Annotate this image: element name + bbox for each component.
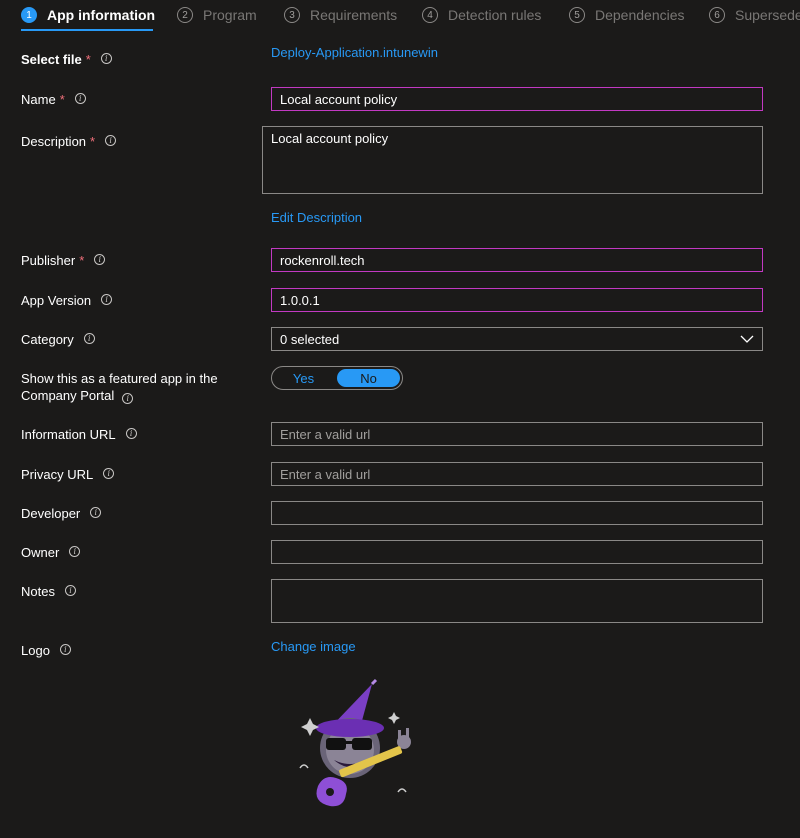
information-url-input[interactable] (271, 422, 763, 446)
label-text: Owner (21, 545, 60, 560)
owner-label: Owner i (21, 544, 81, 561)
category-dropdown[interactable]: 0 selected (271, 327, 763, 351)
app-logo-image (299, 678, 411, 807)
info-icon[interactable]: i (105, 135, 117, 146)
publisher-label: Publisher * i (21, 252, 106, 269)
info-icon[interactable]: i (101, 294, 113, 305)
label-text: Select file (21, 52, 82, 67)
info-icon[interactable]: i (90, 507, 102, 518)
name-input[interactable] (271, 87, 763, 111)
info-icon[interactable]: i (83, 333, 95, 344)
step-number: 1 (21, 7, 37, 23)
tab-label: Program (203, 7, 257, 23)
tab-label: Supersedence (735, 7, 800, 23)
label-text: Privacy URL (21, 467, 94, 482)
tab-program[interactable]: 2 Program (177, 4, 257, 26)
step-number: 4 (422, 7, 438, 23)
info-icon[interactable]: i (125, 428, 137, 439)
change-image-link[interactable]: Change image (271, 639, 356, 654)
toggle-no-option[interactable]: No (337, 369, 400, 387)
label-text: Description (21, 134, 87, 149)
info-icon[interactable]: i (74, 93, 86, 104)
label-text: Information URL (21, 427, 116, 442)
info-icon[interactable]: i (59, 644, 71, 655)
tab-supersedence[interactable]: 6 Supersedence (709, 4, 800, 26)
info-icon[interactable]: i (94, 254, 106, 265)
selected-file-link[interactable]: Deploy-Application.intunewin (271, 45, 438, 60)
tab-label: App information (47, 7, 156, 23)
chevron-down-icon (740, 335, 754, 343)
tab-dependencies[interactable]: 5 Dependencies (569, 4, 685, 26)
description-label: Description * i (21, 133, 117, 150)
tab-label: Requirements (310, 7, 398, 23)
tab-detection-rules[interactable]: 4 Detection rules (422, 4, 541, 26)
description-textarea[interactable]: Local account policy (262, 126, 763, 194)
label-text: Notes (21, 584, 55, 599)
label-text: Logo (21, 643, 50, 658)
information-url-label: Information URL i (21, 426, 137, 443)
info-icon[interactable]: i (100, 53, 112, 64)
tab-label: Detection rules (448, 7, 542, 23)
owner-input[interactable] (271, 540, 763, 564)
toggle-yes-option[interactable]: Yes (272, 367, 335, 389)
edit-description-link[interactable]: Edit Description (271, 210, 362, 225)
wizard-tabs: 1 App information 2 Program 3 Requiremen… (0, 0, 800, 34)
required-asterisk: * (85, 52, 91, 67)
featured-app-label: Show this as a featured app in the Compa… (21, 370, 231, 404)
publisher-input[interactable] (271, 248, 763, 272)
app-version-input[interactable] (271, 288, 763, 312)
tab-requirements[interactable]: 3 Requirements (284, 4, 397, 26)
required-asterisk: * (79, 253, 85, 268)
category-selected-value: 0 selected (280, 331, 340, 347)
featured-app-toggle[interactable]: Yes No (271, 366, 403, 390)
developer-label: Developer i (21, 505, 102, 522)
privacy-url-label: Privacy URL i (21, 466, 115, 483)
label-text: Name (21, 92, 56, 107)
label-text: App Version (21, 293, 92, 308)
step-number: 2 (177, 7, 193, 23)
step-number: 3 (284, 7, 300, 23)
logo-label: Logo i (21, 642, 71, 659)
notes-label: Notes i (21, 583, 76, 600)
active-tab-indicator (21, 29, 153, 31)
info-icon[interactable]: i (122, 393, 134, 404)
select-file-label: Select file * i (21, 51, 112, 68)
info-icon[interactable]: i (103, 468, 115, 479)
privacy-url-input[interactable] (271, 462, 763, 486)
label-text: Category (21, 332, 74, 347)
label-text: Publisher (21, 253, 76, 268)
info-icon[interactable]: i (69, 546, 81, 557)
tab-app-information[interactable]: 1 App information (21, 4, 155, 26)
name-label: Name * i (21, 91, 86, 108)
info-icon[interactable]: i (64, 585, 76, 596)
app-version-label: App Version i (21, 292, 113, 309)
step-number: 6 (709, 7, 725, 23)
label-text: Show this as a featured app in the Compa… (21, 371, 218, 403)
developer-input[interactable] (271, 501, 763, 525)
required-asterisk: * (90, 134, 96, 149)
tab-label: Dependencies (595, 7, 685, 23)
category-label: Category i (21, 331, 95, 348)
label-text: Developer (21, 506, 81, 521)
step-number: 5 (569, 7, 585, 23)
required-asterisk: * (59, 92, 65, 107)
notes-textarea[interactable] (271, 579, 763, 623)
